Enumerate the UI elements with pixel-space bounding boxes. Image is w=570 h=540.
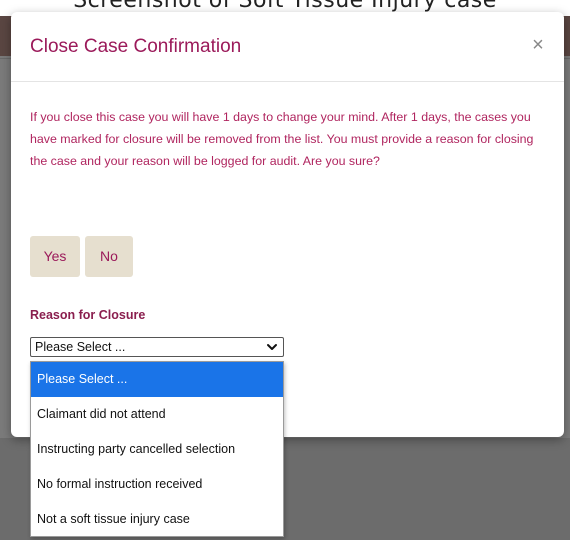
dropdown-option[interactable]: Please Select ... xyxy=(31,362,283,397)
dropdown-option[interactable]: Instructing party cancelled selection xyxy=(31,432,283,467)
dropdown-option[interactable]: Claimant did not attend xyxy=(31,397,283,432)
no-button[interactable]: No xyxy=(85,236,133,277)
reason-select[interactable]: Please Select ... xyxy=(30,337,284,357)
reason-label: Reason for Closure xyxy=(30,308,146,322)
confirmation-message: If you close this case you will have 1 d… xyxy=(30,110,534,168)
chevron-down-icon xyxy=(267,344,277,350)
yes-button[interactable]: Yes xyxy=(30,236,80,277)
dropdown-option[interactable]: No formal instruction received xyxy=(31,467,283,502)
dropdown-option[interactable]: Not a soft tissue injury case xyxy=(31,502,283,537)
modal-title: Close Case Confirmation xyxy=(30,36,242,57)
modal-header: Close Case Confirmation × xyxy=(11,12,564,82)
reason-select-value: Please Select ... xyxy=(35,340,126,354)
reason-dropdown-list: Please Select ... Claimant did not atten… xyxy=(30,361,284,537)
close-icon[interactable]: × xyxy=(527,33,549,57)
